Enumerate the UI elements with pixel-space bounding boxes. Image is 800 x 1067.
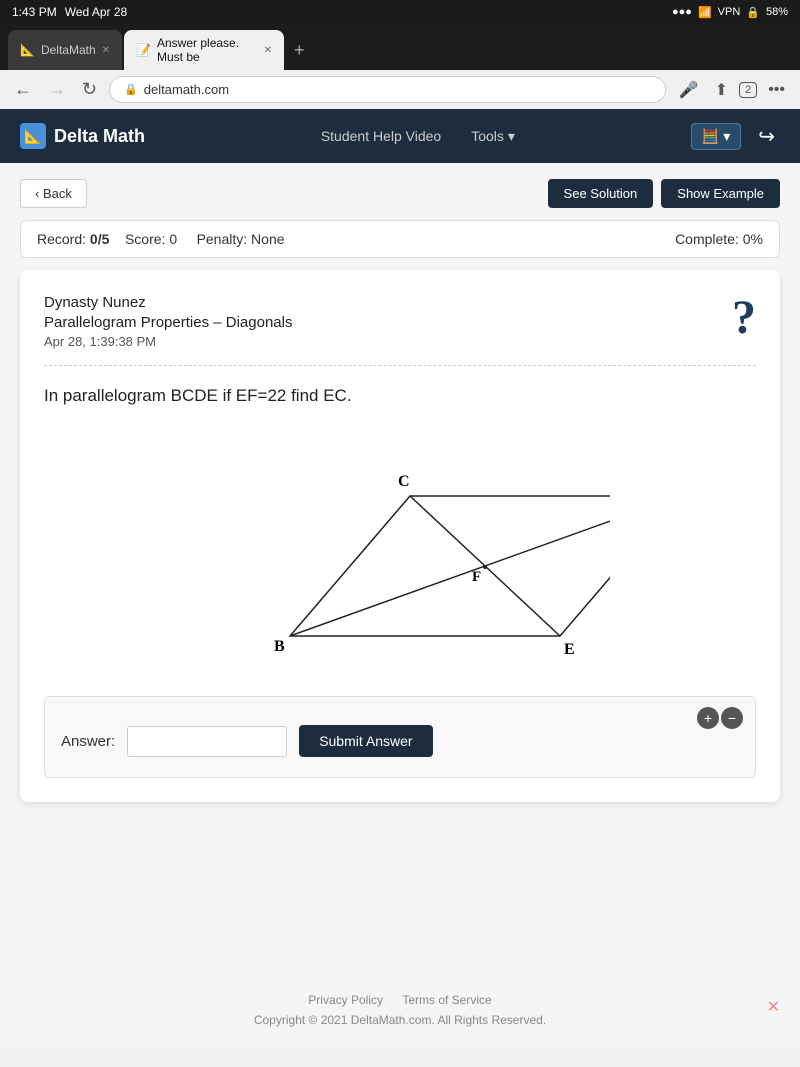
complete-info: Complete: 0% bbox=[675, 231, 763, 247]
calculator-button[interactable]: 🧮 ▾ bbox=[691, 123, 741, 150]
footer: Privacy Policy Terms of Service Copyrigh… bbox=[0, 963, 800, 1047]
action-buttons: See Solution Show Example bbox=[548, 179, 780, 208]
battery-level: 58% bbox=[766, 6, 788, 18]
problem-header: Dynasty Nunez Parallelogram Properties –… bbox=[44, 294, 756, 366]
top-controls: ‹ Back See Solution Show Example bbox=[20, 179, 780, 208]
zoom-controls: + − bbox=[697, 707, 743, 729]
record-value: 0/5 bbox=[90, 231, 109, 247]
new-tab-button[interactable]: + bbox=[286, 36, 313, 65]
record-bar: Record: 0/5 Score: 0 Penalty: None Compl… bbox=[20, 220, 780, 258]
submit-answer-button[interactable]: Submit Answer bbox=[299, 725, 432, 757]
vpn-badge: VPN bbox=[718, 6, 741, 18]
student-name: Dynasty Nunez bbox=[44, 294, 756, 311]
zoom-out-button[interactable]: − bbox=[721, 707, 743, 729]
back-nav-button[interactable]: ← bbox=[10, 77, 36, 102]
label-E: E bbox=[564, 641, 575, 658]
browser-chrome: 📐 DeltaMath ✕ 📝 Answer please. Must be ✕… bbox=[0, 24, 800, 109]
label-B: B bbox=[274, 638, 285, 655]
nav-bar: ← → ↻ 🔒 deltamath.com 🎤 ⬆ 2 ••• bbox=[0, 70, 800, 109]
complete-label: Complete: bbox=[675, 231, 739, 247]
mic-button[interactable]: 🎤 bbox=[674, 78, 704, 102]
show-example-label: Show Example bbox=[677, 186, 764, 201]
answer-row: Answer: Submit Answer bbox=[61, 725, 739, 757]
share-button[interactable]: ⬆ bbox=[710, 78, 733, 102]
tab-deltamath-icon: 📐 bbox=[20, 43, 35, 57]
app-header: 📐 Delta Math Student Help Video Tools ▾ … bbox=[0, 109, 800, 163]
url-text: deltamath.com bbox=[144, 82, 229, 97]
see-solution-button[interactable]: See Solution bbox=[548, 179, 654, 208]
tools-menu[interactable]: Tools ▾ bbox=[471, 128, 515, 145]
status-time: 1:43 PM bbox=[12, 5, 57, 19]
tab-deltamath-label: DeltaMath bbox=[41, 43, 96, 57]
parallelogram-shape bbox=[290, 496, 610, 636]
zoom-in-button[interactable]: + bbox=[697, 707, 719, 729]
forward-nav-button[interactable]: → bbox=[44, 77, 70, 102]
back-button[interactable]: ‹ Back bbox=[20, 179, 87, 208]
status-bar: 1:43 PM Wed Apr 28 ●●● 📶 VPN 🔒 58% bbox=[0, 0, 800, 24]
privacy-policy-link[interactable]: Privacy Policy bbox=[308, 993, 383, 1007]
reload-button[interactable]: ↻ bbox=[78, 77, 101, 102]
tab-answer-label: Answer please. Must be bbox=[157, 36, 258, 64]
help-icon[interactable]: ? bbox=[732, 294, 756, 342]
tab-bar: 📐 DeltaMath ✕ 📝 Answer please. Must be ✕… bbox=[0, 24, 800, 70]
logout-icon: ↪ bbox=[758, 126, 775, 148]
complete-value: 0% bbox=[743, 231, 763, 247]
lock-icon: 🔒 bbox=[124, 83, 138, 96]
point-F bbox=[483, 565, 487, 569]
penalty-label: Penalty: bbox=[197, 231, 248, 247]
app-logo: 📐 Delta Math bbox=[20, 123, 145, 149]
tab-answer-icon: 📝 bbox=[136, 43, 151, 57]
problem-type: Parallelogram Properties – Diagonals bbox=[44, 314, 756, 331]
terms-of-service-link[interactable]: Terms of Service bbox=[402, 993, 491, 1007]
battery-icon: 🔒 bbox=[746, 6, 760, 19]
tab-deltamath-close[interactable]: ✕ bbox=[102, 45, 110, 56]
tab-deltamath[interactable]: 📐 DeltaMath ✕ bbox=[8, 30, 122, 70]
calc-icon: 🧮 bbox=[702, 128, 719, 145]
footer-close-button[interactable]: ✕ bbox=[767, 997, 780, 1017]
see-solution-label: See Solution bbox=[564, 186, 638, 201]
score-value: 0 bbox=[169, 231, 177, 247]
calc-dropdown-icon: ▾ bbox=[723, 128, 730, 145]
logo-icon: 📐 bbox=[20, 123, 46, 149]
answer-area: + − Answer: Submit Answer bbox=[44, 696, 756, 778]
submit-label: Submit Answer bbox=[319, 733, 412, 749]
record-label: Record: bbox=[37, 231, 86, 247]
problem-card: Dynasty Nunez Parallelogram Properties –… bbox=[20, 270, 780, 802]
tab-answer-close[interactable]: ✕ bbox=[264, 45, 272, 56]
problem-date: Apr 28, 1:39:38 PM bbox=[44, 334, 756, 349]
tab-count-badge[interactable]: 2 bbox=[739, 82, 757, 98]
record-info: Record: 0/5 Score: 0 Penalty: None bbox=[37, 231, 285, 247]
diagram-container: B C D E F bbox=[44, 426, 756, 676]
answer-input[interactable] bbox=[127, 726, 287, 757]
header-actions: 🧮 ▾ ↪ bbox=[691, 122, 780, 151]
parallelogram-diagram: B C D E F bbox=[190, 426, 610, 676]
main-content: ‹ Back See Solution Show Example Record:… bbox=[0, 163, 800, 963]
answer-label: Answer: bbox=[61, 733, 115, 750]
student-help-video-label: Student Help Video bbox=[321, 128, 441, 144]
menu-button[interactable]: ••• bbox=[763, 79, 790, 101]
tools-dropdown-icon: ▾ bbox=[508, 128, 515, 145]
wifi-icon: 📶 bbox=[698, 6, 712, 19]
problem-question: In parallelogram BCDE if EF=22 find EC. bbox=[44, 386, 756, 406]
tab-answer[interactable]: 📝 Answer please. Must be ✕ bbox=[124, 30, 284, 70]
logo-text: Delta Math bbox=[54, 126, 145, 147]
back-label: ‹ Back bbox=[35, 186, 72, 201]
score-label: Score: bbox=[125, 231, 165, 247]
diagonal-bd bbox=[290, 496, 610, 636]
nav-actions: 🎤 ⬆ 2 ••• bbox=[674, 78, 790, 102]
label-C: C bbox=[398, 473, 410, 490]
tools-label: Tools bbox=[471, 128, 504, 144]
copyright-text: Copyright © 2021 DeltaMath.com. All Righ… bbox=[20, 1013, 780, 1027]
student-help-video-link[interactable]: Student Help Video bbox=[321, 128, 441, 145]
label-F: F bbox=[472, 569, 481, 585]
penalty-value: None bbox=[251, 231, 284, 247]
footer-links: Privacy Policy Terms of Service bbox=[20, 993, 780, 1007]
logout-button[interactable]: ↪ bbox=[753, 122, 780, 151]
signal-icon: ●●● bbox=[672, 6, 692, 18]
status-date: Wed Apr 28 bbox=[65, 5, 127, 19]
address-bar[interactable]: 🔒 deltamath.com bbox=[109, 76, 666, 103]
show-example-button[interactable]: Show Example bbox=[661, 179, 780, 208]
header-center: Student Help Video Tools ▾ bbox=[145, 128, 691, 145]
